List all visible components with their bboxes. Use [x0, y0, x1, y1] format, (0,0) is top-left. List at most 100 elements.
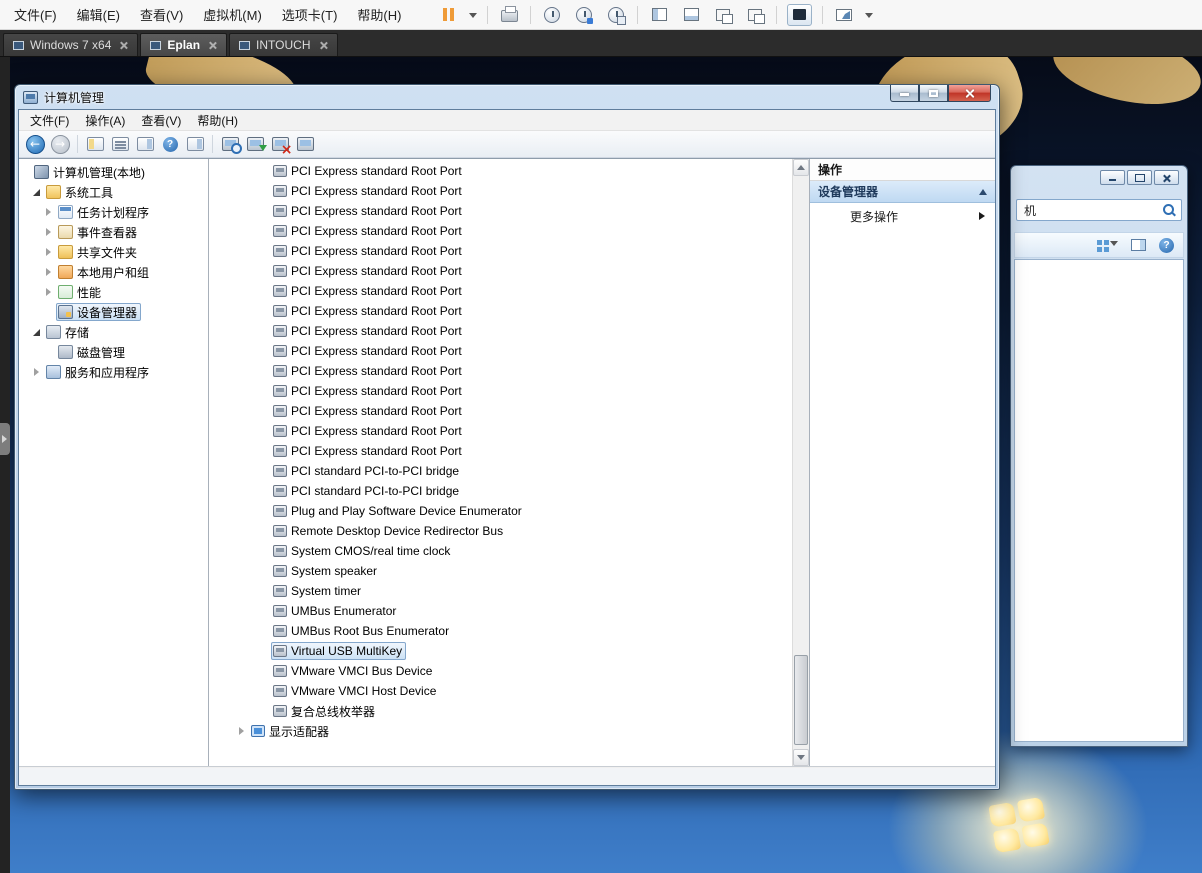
show-library-button[interactable]	[648, 4, 670, 26]
close-button[interactable]	[1154, 170, 1179, 185]
expander-icon[interactable]	[44, 227, 55, 238]
uninstall-button[interactable]	[269, 133, 291, 155]
device-row[interactable]: PCI Express standard Root Port	[209, 361, 792, 381]
vmware-menu-item[interactable]: 帮助(H)	[347, 0, 411, 30]
minimize-button[interactable]	[890, 85, 919, 102]
tree-item[interactable]: 服务和应用程序	[19, 362, 208, 382]
tree-item[interactable]: 计算机管理(本地)	[19, 162, 208, 182]
scroll-down-arrow[interactable]	[793, 749, 809, 766]
vmware-menu-item[interactable]: 虚拟机(M)	[193, 0, 272, 30]
close-button[interactable]	[948, 85, 991, 102]
scan-hardware-changes-button[interactable]	[219, 133, 241, 155]
cm-menu-item[interactable]: 查看(V)	[133, 109, 189, 132]
device-row[interactable]: PCI Express standard Root Port	[209, 441, 792, 461]
tab-close-icon[interactable]	[319, 41, 328, 50]
device-row[interactable]: 显示适配器	[209, 721, 792, 741]
expander-icon[interactable]	[44, 287, 55, 298]
device-row[interactable]: PCI Express standard Root Port	[209, 281, 792, 301]
vmware-menu-item[interactable]: 选项卡(T)	[272, 0, 348, 30]
take-snapshot-button[interactable]	[541, 4, 563, 26]
search-input[interactable]	[1024, 203, 1162, 217]
device-row[interactable]: PCI standard PCI-to-PCI bridge	[209, 461, 792, 481]
expander-icon[interactable]	[32, 367, 43, 378]
fit-guest-button[interactable]	[744, 4, 766, 26]
tree-item[interactable]: 设备管理器	[19, 302, 208, 322]
tab-close-icon[interactable]	[208, 41, 217, 50]
show-console-tree-button[interactable]	[84, 133, 106, 155]
device-row[interactable]: PCI Express standard Root Port	[209, 421, 792, 441]
forward-button[interactable]	[49, 133, 71, 155]
device-row[interactable]: PCI Express standard Root Port	[209, 181, 792, 201]
device-row[interactable]: Remote Desktop Device Redirector Bus	[209, 521, 792, 541]
show-action-pane-button[interactable]	[184, 133, 206, 155]
device-row[interactable]: UMBus Enumerator	[209, 601, 792, 621]
cm-menu-item[interactable]: 帮助(H)	[189, 109, 246, 132]
pause-button[interactable]	[437, 4, 459, 26]
device-row[interactable]: PCI Express standard Root Port	[209, 261, 792, 281]
console-view-button[interactable]	[787, 4, 812, 26]
tree-item[interactable]: 磁盘管理	[19, 342, 208, 362]
expander-icon[interactable]	[44, 267, 55, 278]
change-view-button[interactable]	[1097, 241, 1118, 250]
tree-item[interactable]: 存储	[19, 322, 208, 342]
expander-icon[interactable]	[237, 726, 248, 737]
tab-close-icon[interactable]	[119, 41, 128, 50]
fullscreen-dropdown-icon[interactable]	[865, 13, 873, 22]
device-row[interactable]: PCI Express standard Root Port	[209, 401, 792, 421]
collapse-section-icon[interactable]	[979, 185, 987, 195]
expander-icon[interactable]	[32, 327, 43, 338]
device-row[interactable]: PCI Express standard Root Port	[209, 161, 792, 181]
cm-menu-item[interactable]: 操作(A)	[77, 109, 133, 132]
device-row[interactable]: System speaker	[209, 561, 792, 581]
minimize-button[interactable]	[1100, 170, 1125, 185]
vmware-menu-item[interactable]: 文件(F)	[4, 0, 67, 30]
update-driver-button[interactable]	[244, 133, 266, 155]
device-row[interactable]: System CMOS/real time clock	[209, 541, 792, 561]
device-row[interactable]: VMware VMCI Bus Device	[209, 661, 792, 681]
revert-snapshot-button[interactable]	[573, 4, 595, 26]
maximize-button[interactable]	[1127, 170, 1152, 185]
sidebar-handle[interactable]	[0, 423, 10, 455]
expander-icon[interactable]	[32, 187, 43, 198]
actions-section-header[interactable]: 设备管理器	[810, 181, 995, 203]
tree-item[interactable]: 性能	[19, 282, 208, 302]
tree-item[interactable]: 共享文件夹	[19, 242, 208, 262]
show-thumbnail-bar-button[interactable]	[680, 4, 702, 26]
device-row[interactable]: Virtual USB MultiKey	[209, 641, 792, 661]
tree-item[interactable]: 本地用户和组	[19, 262, 208, 282]
maximize-button[interactable]	[919, 85, 948, 102]
help-button[interactable]	[1159, 238, 1174, 253]
expander-icon[interactable]	[44, 207, 55, 218]
properties-button[interactable]	[134, 133, 156, 155]
scroll-thumb[interactable]	[794, 655, 808, 745]
device-row[interactable]: PCI Express standard Root Port	[209, 241, 792, 261]
device-row[interactable]: VMware VMCI Host Device	[209, 681, 792, 701]
scroll-up-arrow[interactable]	[793, 159, 809, 176]
device-row[interactable]: Plug and Play Software Device Enumerator	[209, 501, 792, 521]
device-row[interactable]: PCI Express standard Root Port	[209, 381, 792, 401]
vmware-menu-item[interactable]: 编辑(E)	[67, 0, 130, 30]
tree-item[interactable]: 事件查看器	[19, 222, 208, 242]
device-row[interactable]: PCI Express standard Root Port	[209, 341, 792, 361]
tree-item[interactable]: 任务计划程序	[19, 202, 208, 222]
device-row[interactable]: System timer	[209, 581, 792, 601]
cm-titlebar[interactable]: 计算机管理	[15, 85, 999, 109]
stretch-guest-button[interactable]	[712, 4, 734, 26]
help-button[interactable]	[159, 133, 181, 155]
tree-item[interactable]: 系统工具	[19, 182, 208, 202]
printer-button[interactable]	[498, 4, 520, 26]
preview-pane-button[interactable]	[1131, 239, 1146, 251]
device-row[interactable]: 复合总线枚举器	[209, 701, 792, 721]
expander-icon[interactable]	[44, 247, 55, 258]
cm-menu-item[interactable]: 文件(F)	[22, 109, 77, 132]
vm-tab[interactable]: Windows 7 x64	[3, 33, 138, 56]
device-row[interactable]: UMBus Root Bus Enumerator	[209, 621, 792, 641]
device-properties-button[interactable]	[294, 133, 316, 155]
device-row[interactable]: PCI Express standard Root Port	[209, 301, 792, 321]
vertical-scrollbar[interactable]	[792, 159, 809, 766]
device-row[interactable]: PCI Express standard Root Port	[209, 221, 792, 241]
device-row[interactable]: PCI standard PCI-to-PCI bridge	[209, 481, 792, 501]
vmware-menu-item[interactable]: 查看(V)	[130, 0, 193, 30]
vm-tab[interactable]: INTOUCH	[229, 33, 337, 56]
fullscreen-button[interactable]	[833, 4, 855, 26]
